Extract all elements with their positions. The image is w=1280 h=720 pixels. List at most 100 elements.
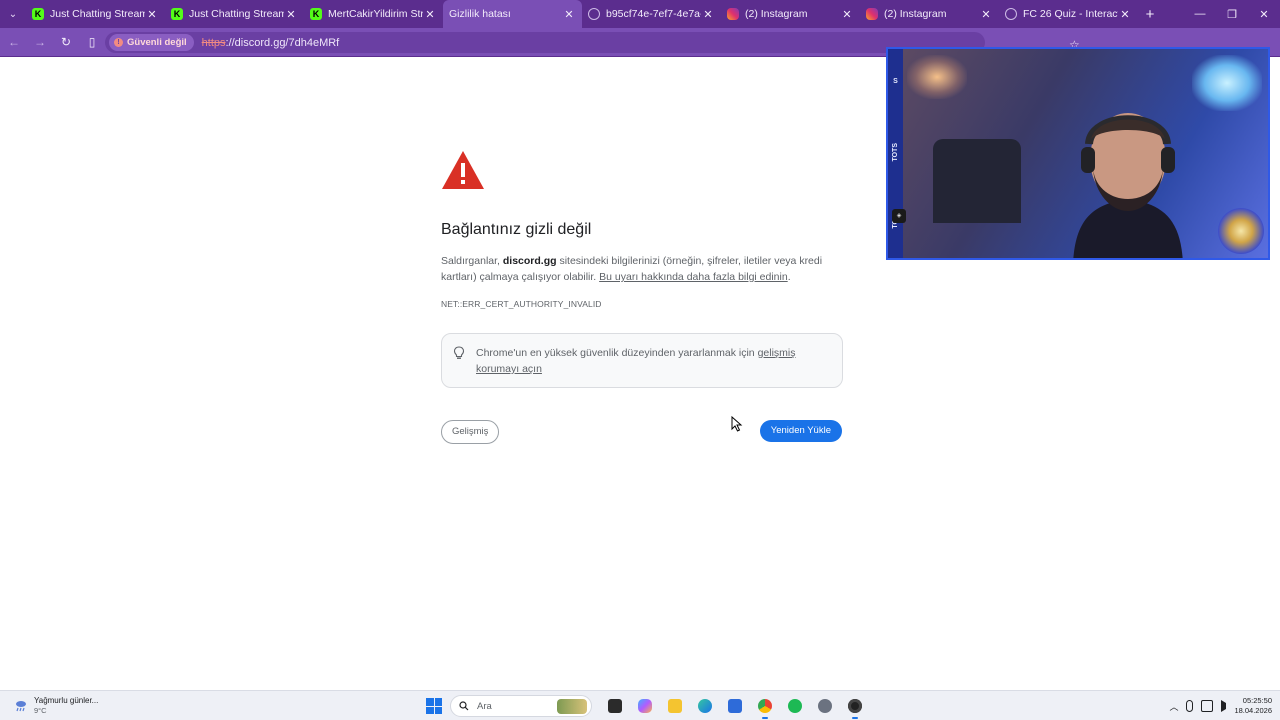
task-view-icon[interactable] [604,695,626,717]
tab-title: Just Chatting Streaming [189,8,284,20]
reload-button[interactable]: ↻ [54,30,78,54]
close-tab-icon[interactable]: ✕ [840,8,854,21]
interstitial-actions: Gelişmiş Yeniden Yükle [441,420,842,444]
chrome-icon[interactable] [754,695,776,719]
close-tab-icon[interactable]: ✕ [562,8,576,21]
split-view-button[interactable]: ▯ [80,30,104,54]
url-rest: ://discord.gg/7dh4eMRf [225,36,340,49]
tab-title: MertCakirYildirim Stream [328,8,423,20]
advanced-button[interactable]: Gelişmiş [441,420,500,444]
volume-icon[interactable] [1221,700,1227,712]
obs-icon[interactable] [844,695,866,719]
tab-title: b95cf74e-7ef7-4e7a-94a7 [606,8,701,20]
new-tab-button[interactable]: + [1138,6,1162,23]
warning-icon: ! [114,38,123,47]
desc-domain: discord.gg [502,255,557,267]
browser-tab[interactable]: b95cf74e-7ef7-4e7a-94a7✕ [582,0,721,28]
weather-text: Yağmurlu günler... 9°C [34,696,98,716]
clock[interactable]: 05:25:50 18.04.2026 [1234,696,1272,716]
desc-text-1: Saldırganlar, [441,255,503,267]
tray-overflow-icon[interactable]: ︿ [1169,700,1178,713]
close-tab-icon[interactable]: ✕ [145,8,159,21]
browser-tab[interactable]: (2) Instagram ✕ [860,0,999,28]
browser-tab[interactable]: FC 26 Quiz - Interactive U✕ [999,0,1138,28]
address-bar[interactable]: ! Güvenli değil https://discord.gg/7dh4e… [105,32,1080,53]
browser-tab[interactable]: (2) Instagram ✕ [721,0,860,28]
store-icon[interactable] [724,695,746,717]
chair [933,139,1021,223]
microphone-icon[interactable] [1186,700,1194,712]
weather-widget[interactable]: Yağmurlu günler... 9°C [14,696,98,716]
reload-page-button[interactable]: Yeniden Yükle [759,420,842,442]
system-tray: ︿ 05:25:50 18.04.2026 [1169,694,1272,718]
taskbar-apps: Ara [424,694,870,719]
browser-tab[interactable]: Gizlilik hatası ✕ [443,0,582,28]
webcam-overlay: S TOTS TO ◈ [886,47,1270,260]
security-chip-label: Güvenli değil [127,37,187,48]
club-badge-icon: ◈ [892,209,906,223]
browser-tab[interactable]: K MertCakirYildirim Stream✕ [304,0,443,28]
start-button-icon[interactable] [426,698,442,714]
close-tab-icon[interactable]: ✕ [701,8,715,21]
display-icon[interactable] [1201,700,1214,712]
file-explorer-icon[interactable] [664,695,686,717]
globe-icon [1005,8,1017,20]
maximize-button[interactable]: ❐ [1216,0,1248,28]
webcam-scene [903,49,1268,258]
globe-icon [588,8,600,20]
taskbar-search[interactable]: Ara [450,695,592,717]
close-tab-icon[interactable]: ✕ [1118,8,1132,21]
banner-text-top: S [893,77,898,85]
page-title: Bağlantınız gizli değil [441,221,592,238]
spotify-icon[interactable] [784,695,806,717]
desc-text-end: . [787,271,791,283]
browser-tab[interactable]: K Just Chatting Streaming✕ [26,0,165,28]
warning-triangle-icon [442,151,484,189]
kick-icon: K [171,8,183,20]
overlay-side-banner: S TOTS TO [888,49,903,258]
kick-icon: K [310,8,322,20]
learn-more-link[interactable]: Bu uyarı hakkında daha fazla bilgi edini… [599,271,788,283]
browser-tab[interactable]: K Just Chatting Streaming✕ [165,0,304,28]
copilot-icon[interactable] [634,695,656,717]
weather-title: Yağmurlu günler... [34,696,99,705]
clock-date: 18.04.2026 [1234,706,1272,715]
rain-cloud-icon [16,701,26,712]
tab-title: FC 26 Quiz - Interactive U [1023,8,1118,20]
enhanced-protection-tip: Chrome'un en yüksek güvenlik düzeyinden … [441,333,843,388]
tab-title: (2) Instagram [884,8,947,20]
tab-search-button[interactable]: ⌄ [0,0,26,28]
url-text[interactable]: https://discord.gg/7dh4eMRf [202,37,340,49]
clock-time: 05:25:50 [1242,696,1272,705]
error-description: Saldırganlar, discord.gg sitesindeki bil… [441,253,843,285]
privacy-error-page: Bağlantınız gizli değil Saldırganlar, di… [441,150,843,388]
banner-text-mid: TOTS [892,142,899,162]
instagram-icon [866,8,878,20]
search-placeholder: Ara [477,700,492,712]
search-icon [459,701,469,711]
window-controls: — ❐ ✕ [1184,0,1280,28]
forward-button[interactable]: → [28,30,52,54]
error-code: NET::ERR_CERT_AUTHORITY_INVALID [441,299,602,309]
close-tab-icon[interactable]: ✕ [979,8,993,21]
back-button[interactable]: ← [2,30,26,54]
trophy-orb [1218,208,1264,254]
close-tab-icon[interactable]: ✕ [284,8,298,21]
url-scheme: https [201,36,226,49]
security-chip[interactable]: ! Güvenli değil [109,34,194,51]
search-highlight-thumbnail [557,699,587,714]
tab-list: KJust Chatting Streaming✕KJust Chatting … [26,0,1138,28]
edge-icon[interactable] [694,695,716,717]
tab-strip: ⌄ KJust Chatting Streaming✕KJust Chattin… [0,0,1280,28]
settings-gear-icon[interactable] [814,695,836,717]
instagram-icon [727,8,739,20]
lightbulb-icon [453,346,465,359]
streamer-silhouette [1073,113,1183,258]
tab-title: Gizlilik hatası [449,8,511,20]
tab-title: (2) Instagram [745,8,808,20]
mouse-cursor-icon [731,416,743,432]
minimize-button[interactable]: — [1184,0,1216,28]
close-tab-icon[interactable]: ✕ [423,8,437,21]
close-window-button[interactable]: ✕ [1248,0,1280,28]
lamp-glow [907,55,967,99]
